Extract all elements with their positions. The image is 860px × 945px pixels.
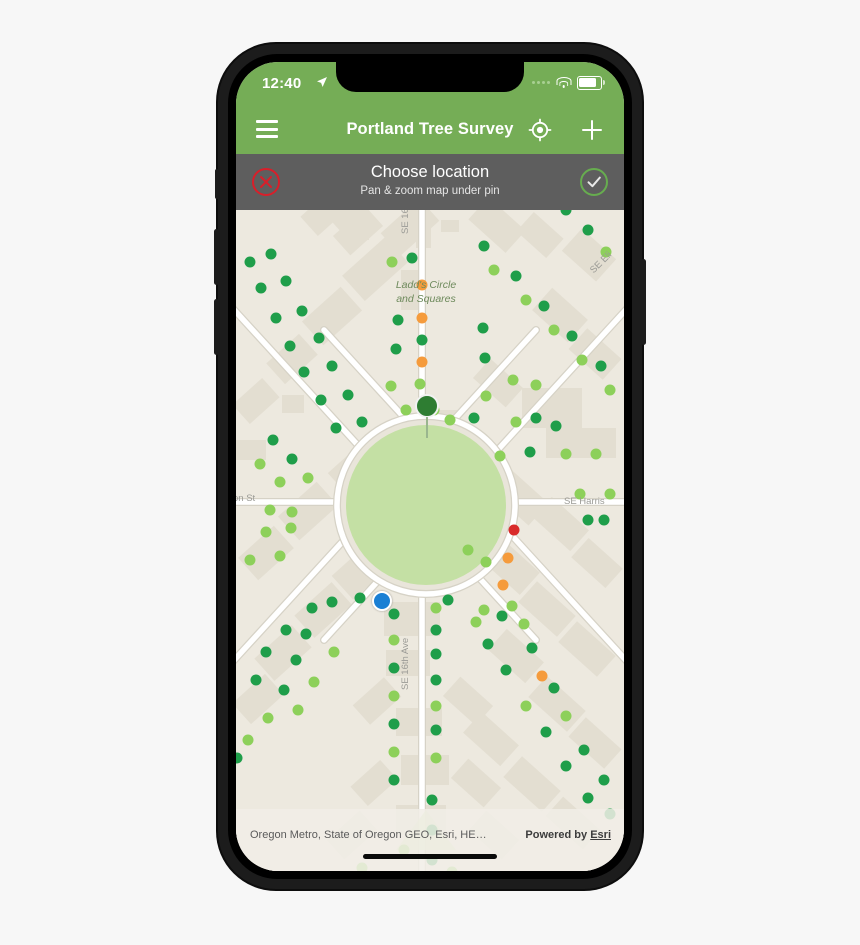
signal-dots-icon bbox=[532, 81, 550, 85]
powered-by-esri[interactable]: Powered by Esri bbox=[525, 829, 611, 841]
map-pin-head bbox=[415, 394, 439, 418]
map-vector-layer bbox=[236, 210, 624, 871]
device-notch bbox=[336, 62, 524, 92]
map-pin-icon[interactable] bbox=[415, 394, 443, 440]
plus-icon[interactable] bbox=[580, 118, 604, 142]
map-canvas[interactable]: SE 16th A SE 16th Ave SE Harris on St SE… bbox=[236, 210, 624, 871]
gps-target-glyph bbox=[528, 118, 552, 142]
volume-up-button[interactable] bbox=[214, 229, 219, 285]
power-button[interactable] bbox=[641, 259, 646, 345]
user-location-dot bbox=[372, 591, 392, 611]
location-arrow-icon bbox=[316, 76, 328, 91]
attribution-sources: Oregon Metro, State of Oregon GEO, Esri,… bbox=[250, 829, 487, 841]
phone-bezel: SE 16th A SE 16th Ave SE Harris on St SE… bbox=[228, 54, 632, 879]
battery-full-icon bbox=[577, 76, 605, 90]
confirm-button[interactable] bbox=[579, 167, 609, 197]
wifi-icon bbox=[556, 77, 571, 88]
page-title: Portland Tree Survey bbox=[346, 120, 514, 138]
plus-glyph bbox=[582, 120, 602, 140]
gps-target-icon[interactable] bbox=[528, 118, 552, 142]
phone-screen: SE 16th A SE 16th Ave SE Harris on St SE… bbox=[236, 62, 624, 871]
status-indicators bbox=[532, 76, 605, 90]
esri-link[interactable]: Esri bbox=[590, 829, 611, 841]
action-bar-subtitle: Pan & zoom map under pin bbox=[360, 185, 500, 197]
status-time: 12:40 bbox=[262, 75, 302, 92]
map-pin-stem bbox=[426, 417, 428, 438]
action-bar-title: Choose location bbox=[370, 163, 490, 181]
location-arrow-glyph bbox=[317, 77, 327, 87]
silent-switch-button[interactable] bbox=[215, 169, 219, 199]
powered-by-prefix: Powered by bbox=[525, 829, 591, 841]
circle-check-icon bbox=[580, 168, 608, 196]
map-attribution-bar: Oregon Metro, State of Oregon GEO, Esri,… bbox=[236, 809, 624, 871]
volume-down-button[interactable] bbox=[214, 299, 219, 355]
phone-device-frame: SE 16th A SE 16th Ave SE Harris on St SE… bbox=[214, 44, 646, 889]
app-toolbar: Portland Tree Survey bbox=[236, 108, 624, 154]
choose-location-action-bar: Choose location Pan & zoom map under pin bbox=[236, 154, 624, 210]
home-indicator[interactable] bbox=[363, 854, 497, 859]
